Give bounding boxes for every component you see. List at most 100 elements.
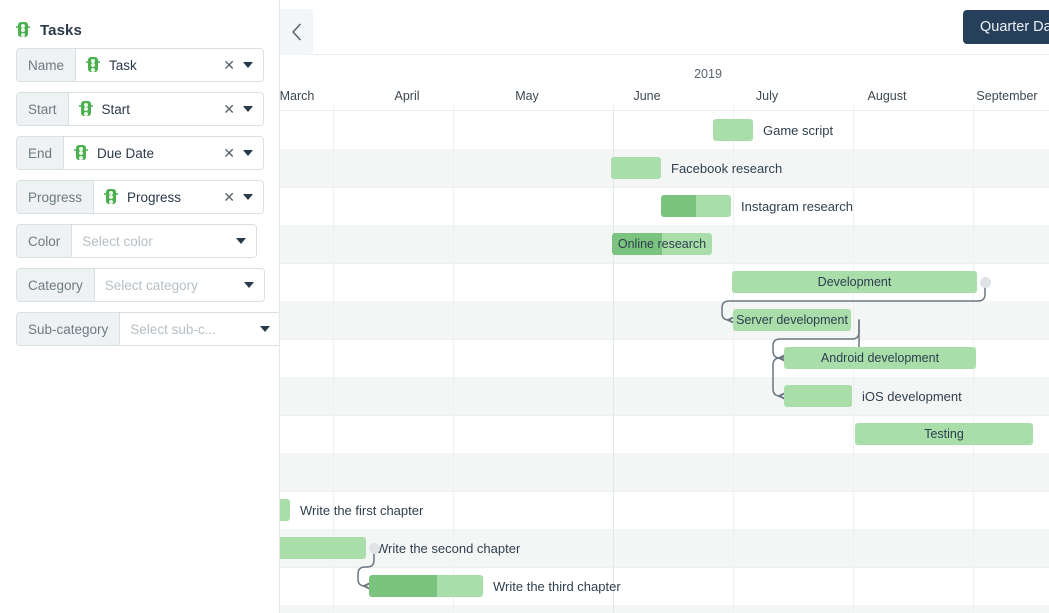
month-label: April bbox=[394, 89, 420, 103]
field-text-progress: Progress bbox=[127, 189, 182, 205]
header-tick bbox=[613, 103, 614, 111]
gantt-app: Tasks Name Task ✕ Start Start ✕ End Due … bbox=[0, 0, 1049, 613]
task-bar[interactable] bbox=[784, 385, 852, 407]
field-placeholder-category: Select category bbox=[104, 277, 198, 293]
field-row-name[interactable]: Name Task ✕ bbox=[16, 48, 264, 82]
field-value-end[interactable]: Due Date ✕ bbox=[64, 137, 263, 169]
month-label: August bbox=[867, 89, 907, 103]
table-row[interactable] bbox=[280, 453, 1049, 491]
task-bar-label: Testing bbox=[924, 427, 964, 441]
field-value-progress[interactable]: Progress ✕ bbox=[94, 181, 263, 213]
task-progress-fill bbox=[612, 233, 662, 255]
task-progress-fill bbox=[661, 195, 696, 217]
field-text-end: Due Date bbox=[97, 145, 155, 161]
clear-icon[interactable]: ✕ bbox=[217, 102, 241, 116]
field-value-category[interactable]: Select category bbox=[94, 269, 264, 301]
chevron-down-icon[interactable] bbox=[243, 106, 253, 112]
task-bar-label: Facebook research bbox=[671, 160, 783, 176]
traffic-light-icon bbox=[16, 21, 30, 39]
view-mode-button[interactable]: Quarter Day bbox=[963, 10, 1049, 44]
gantt-chart: Quarter Day 2019 March April May June July Au… bbox=[280, 0, 1049, 613]
chevron-left-icon bbox=[292, 23, 301, 41]
field-row-progress[interactable]: Progress Progress ✕ bbox=[16, 180, 264, 214]
chevron-down-icon[interactable] bbox=[260, 326, 270, 332]
task-bar-label: Development bbox=[817, 275, 892, 289]
task-config-panel: Tasks Name Task ✕ Start Start ✕ End Due … bbox=[0, 0, 280, 613]
header-tick bbox=[973, 103, 974, 111]
field-label-progress: Progress bbox=[17, 181, 95, 213]
month-label: May bbox=[515, 89, 539, 103]
collapse-panel-button[interactable] bbox=[280, 9, 313, 55]
chevron-down-icon[interactable] bbox=[236, 238, 246, 244]
field-text-start: Start bbox=[101, 101, 131, 117]
task-bar-label: Write the first chapter bbox=[300, 502, 424, 518]
gridline bbox=[733, 111, 734, 613]
task-bar[interactable] bbox=[661, 195, 731, 217]
task-bar-label: Android development bbox=[820, 351, 940, 365]
task-bar[interactable]: Server development bbox=[733, 309, 851, 331]
field-value-start[interactable]: Start ✕ bbox=[68, 93, 263, 125]
month-label: July bbox=[755, 89, 779, 103]
task-bar-label: Write the third chapter bbox=[493, 578, 621, 594]
field-row-end[interactable]: End Due Date ✕ bbox=[16, 136, 264, 170]
field-value-name[interactable]: Task ✕ bbox=[76, 49, 263, 81]
field-label-sub-category: Sub-category bbox=[17, 313, 121, 345]
task-bar[interactable] bbox=[369, 575, 483, 597]
field-label-name: Name bbox=[17, 49, 77, 81]
panel-title: Tasks bbox=[0, 0, 279, 44]
field-label-color: Color bbox=[17, 225, 73, 257]
table-row[interactable] bbox=[280, 605, 1049, 613]
field-list: Name Task ✕ Start Start ✕ End Due Date ✕… bbox=[0, 44, 279, 346]
month-label: June bbox=[633, 89, 661, 103]
field-label-end: End bbox=[17, 137, 65, 169]
task-bar-label: Instagram research bbox=[741, 198, 853, 214]
table-row[interactable] bbox=[280, 301, 1049, 339]
task-bar[interactable] bbox=[280, 499, 290, 521]
chevron-down-icon[interactable] bbox=[243, 194, 253, 200]
table-row[interactable] bbox=[280, 149, 1049, 187]
clear-icon[interactable]: ✕ bbox=[217, 58, 241, 72]
panel-title-label: Tasks bbox=[40, 21, 82, 39]
field-row-category[interactable]: Category Select category bbox=[16, 268, 265, 302]
task-bar[interactable] bbox=[713, 119, 753, 141]
field-placeholder-color: Select color bbox=[82, 233, 153, 249]
month-label: March bbox=[279, 89, 315, 103]
chevron-down-icon[interactable] bbox=[243, 150, 253, 156]
task-resize-handle[interactable] bbox=[980, 277, 991, 288]
field-placeholder-sub-category: Select sub-c... bbox=[130, 321, 216, 337]
chevron-down-icon[interactable] bbox=[244, 282, 254, 288]
task-bar[interactable]: Android development bbox=[784, 347, 976, 369]
clear-icon[interactable]: ✕ bbox=[217, 146, 241, 160]
traffic-light-icon bbox=[74, 144, 89, 162]
task-bar[interactable]: Testing bbox=[855, 423, 1033, 445]
field-row-start[interactable]: Start Start ✕ bbox=[16, 92, 264, 126]
task-progress-fill bbox=[369, 575, 438, 597]
field-row-sub-category[interactable]: Sub-category Select sub-c... bbox=[16, 312, 279, 346]
gridline bbox=[613, 111, 614, 613]
timeline-header: 2019 March April May June July August Septembe… bbox=[280, 55, 1049, 111]
task-bar[interactable]: Online research bbox=[612, 233, 712, 255]
header-tick bbox=[733, 103, 734, 111]
task-bar-label: iOS development bbox=[862, 388, 962, 404]
field-label-category: Category bbox=[17, 269, 95, 301]
field-label-start: Start bbox=[17, 93, 69, 125]
field-value-sub-category[interactable]: Select sub-c... bbox=[120, 313, 279, 345]
task-bar[interactable] bbox=[611, 157, 661, 179]
year-label: 2019 bbox=[694, 67, 722, 81]
task-resize-handle[interactable] bbox=[369, 543, 380, 554]
clear-icon[interactable]: ✕ bbox=[217, 190, 241, 204]
task-bar[interactable]: Development bbox=[732, 271, 977, 293]
task-bar[interactable] bbox=[280, 537, 366, 559]
table-row[interactable] bbox=[280, 111, 1049, 149]
gantt-toolbar: Quarter Day bbox=[280, 0, 1049, 55]
header-tick bbox=[453, 103, 454, 111]
task-bar-label: Game script bbox=[763, 122, 834, 138]
field-row-color[interactable]: Color Select color bbox=[16, 224, 257, 258]
field-value-color[interactable]: Select color bbox=[72, 225, 256, 257]
header-tick bbox=[333, 103, 334, 111]
task-bar-label: Write the second chapter bbox=[376, 540, 521, 556]
task-bar-label: Server development bbox=[736, 313, 848, 327]
traffic-light-icon bbox=[86, 56, 101, 74]
chevron-down-icon[interactable] bbox=[243, 62, 253, 68]
month-label: September bbox=[976, 89, 1038, 103]
